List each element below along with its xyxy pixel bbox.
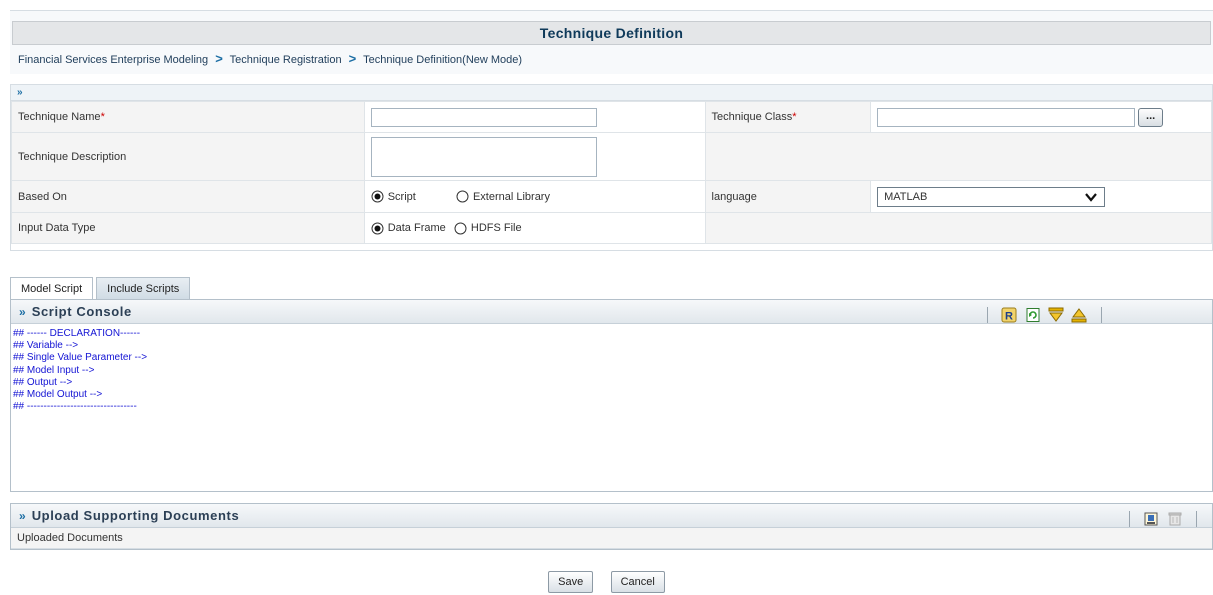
input-hdfs-file-radio[interactable] (454, 222, 467, 235)
based-on-label: Based On (11, 180, 365, 213)
chevron-down-icon (1084, 191, 1098, 209)
script-line: ## Output --> (13, 376, 73, 388)
breadcrumb-item-technique-registration[interactable]: Technique Registration (230, 54, 342, 66)
expand-down-icon[interactable] (1048, 307, 1064, 323)
input-data-type-label: Input Data Type (11, 212, 365, 244)
script-console-header: » Script Console R (11, 300, 1212, 324)
form-collapse-toggle[interactable]: » (11, 85, 1212, 101)
technique-name-label: Technique Name* (11, 101, 365, 133)
breadcrumb: Financial Services Enterprise Modeling >… (18, 51, 1213, 66)
based-on-script-label: Script (387, 190, 416, 203)
empty-cell (704, 212, 1213, 244)
technique-form: Technique Name* Technique Class* ... Tec… (11, 101, 1213, 244)
form-actions: Save Cancel (0, 571, 1213, 593)
script-console-toolbar: R (979, 303, 1110, 323)
toolbar-divider (1100, 306, 1102, 323)
refresh-icon[interactable] (1025, 307, 1041, 323)
technique-name-input[interactable] (370, 107, 597, 127)
toolbar-divider (987, 306, 988, 323)
script-tabs: Model Script Include Scripts (10, 277, 193, 300)
technique-class-label: Technique Class* (704, 101, 872, 133)
uploaded-documents-label: Uploaded Documents (11, 528, 1212, 549)
language-select[interactable]: MATLAB (877, 186, 1106, 209)
toolbar-divider (1196, 510, 1198, 527)
technique-form-panel: » Technique Name* Technique Class* ... T… (10, 84, 1213, 251)
script-console-collapse-toggle[interactable]: » (19, 305, 26, 319)
tab-include-scripts[interactable]: Include Scripts (96, 277, 191, 300)
script-line: ## ------ DECLARATION------ (13, 328, 141, 339)
language-label: language (704, 180, 872, 213)
cancel-button[interactable]: Cancel (610, 571, 665, 593)
upload-icon[interactable] (1143, 511, 1159, 527)
save-button[interactable]: Save (548, 571, 594, 593)
upload-toolbar (1121, 507, 1205, 527)
script-line: ## Variable --> (13, 340, 79, 352)
based-on-external-library-label: External Library (472, 190, 550, 203)
delete-icon[interactable] (1167, 511, 1183, 527)
technique-description-label: Technique Description (11, 132, 365, 181)
script-editor[interactable]: ## ------ DECLARATION------ ## Variable … (11, 324, 1212, 413)
script-line: ## --------------------------------- (13, 401, 137, 413)
script-console-title: Script Console (31, 304, 132, 319)
tab-model-script[interactable]: Model Script (10, 277, 94, 300)
upload-documents-header: » Upload Supporting Documents (11, 504, 1212, 528)
technique-class-input[interactable] (877, 107, 1136, 127)
technique-class-browse-button[interactable]: ... (1138, 107, 1164, 127)
breadcrumb-item-fsem[interactable]: Financial Services Enterprise Modeling (18, 54, 208, 66)
toolbar-divider (1129, 510, 1130, 527)
upload-documents-title: Upload Supporting Documents (31, 508, 240, 523)
based-on-external-library-radio[interactable] (456, 190, 469, 203)
collapse-up-icon[interactable] (1071, 307, 1087, 323)
page-title: Technique Definition (12, 21, 1211, 45)
breadcrumb-separator: > (348, 51, 357, 66)
script-console-panel: » Script Console R ## ------ DECLARATION-… (10, 299, 1213, 492)
input-data-frame-label: Data Frame (387, 222, 446, 234)
based-on-script-radio[interactable] (371, 190, 384, 203)
script-line: ## Single Value Parameter --> (13, 352, 148, 364)
input-data-frame-radio[interactable] (371, 222, 384, 235)
script-line: ## Model Output --> (13, 389, 103, 401)
script-line: ## Model Input --> (13, 364, 95, 376)
technique-description-input[interactable] (370, 136, 597, 177)
input-hdfs-file-label: HDFS File (470, 222, 522, 234)
empty-cell (704, 132, 1213, 181)
r-script-icon[interactable]: R (1001, 307, 1017, 323)
language-selected-value: MATLAB (884, 190, 928, 203)
breadcrumb-item-technique-definition: Technique Definition(New Mode) (363, 54, 523, 66)
svg-text:R: R (1005, 310, 1013, 322)
upload-collapse-toggle[interactable]: » (19, 509, 26, 523)
breadcrumb-separator: > (215, 51, 223, 66)
page-header: Technique Definition Financial Services … (10, 10, 1213, 74)
upload-documents-panel: » Upload Supporting Documents Uploaded Do… (10, 503, 1213, 550)
